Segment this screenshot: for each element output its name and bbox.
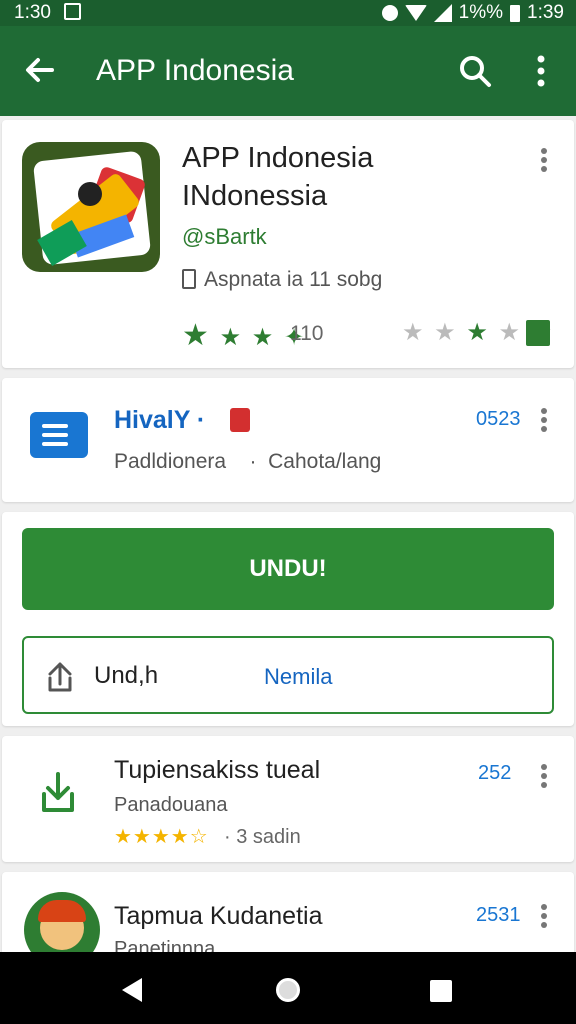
app-bar: APP Indonesia xyxy=(0,26,576,116)
badge-icon xyxy=(230,408,250,432)
search-icon[interactable] xyxy=(458,54,492,88)
hival-title: HivalY · xyxy=(114,406,206,434)
hival-number: 0523 xyxy=(476,408,521,430)
hival-subtitle: Padldionera · Cahota/lang xyxy=(114,450,381,474)
card-menu-icon[interactable] xyxy=(540,764,548,790)
app-info-line: Aspnata ia 11 sobg xyxy=(182,268,382,292)
app-info-text: Aspnata ia 11 sobg xyxy=(204,268,383,291)
hival-card[interactable]: HivalY · Padldionera · Cahota/lang 0523 xyxy=(2,378,574,502)
rating-count: 110 xyxy=(290,322,324,345)
rating-stars: ★ ★ ★ ✦ xyxy=(182,319,307,352)
app-title-line2: INdonessia xyxy=(182,180,328,212)
hival-subtitle-right: Cahota/lang xyxy=(268,450,382,473)
actions-card: UNDU! Und,h Nemila xyxy=(2,512,574,726)
app-title-line1: APP Indonesia xyxy=(182,142,374,174)
nav-back-icon[interactable] xyxy=(122,978,142,1002)
arrow-back-icon[interactable] xyxy=(22,52,58,88)
hival-subtitle-sep: · xyxy=(249,450,257,473)
status-time-left: 1:30 xyxy=(14,2,51,23)
list-item-number: 2531 xyxy=(476,904,521,926)
hival-subtitle-left: Padldionera xyxy=(114,450,227,473)
app-header-card: APP Indonesia INdonessia @sBartk Aspnata… xyxy=(2,120,574,368)
document-icon xyxy=(30,412,88,458)
signal-icon xyxy=(433,4,452,22)
share-icon xyxy=(48,662,72,692)
screenshot-icon xyxy=(64,3,81,20)
list-item-subtitle: Panadouana xyxy=(114,794,228,816)
status-bar: 1:30 1%% 1:39 xyxy=(0,0,576,26)
navigation-bar xyxy=(0,952,576,1024)
page-title: APP Indonesia xyxy=(96,54,294,87)
nav-home-icon[interactable] xyxy=(276,978,300,1002)
list-item-title: Tapmua Kudanetia xyxy=(114,902,323,930)
list-item-number: 252 xyxy=(478,762,512,784)
app-icon xyxy=(22,142,160,272)
list-item-stars: ★★★★☆ xyxy=(114,826,209,848)
secondary-action-link[interactable]: Nemila xyxy=(264,664,332,690)
device-icon xyxy=(182,269,196,289)
battery-icon xyxy=(510,4,521,22)
card-menu-icon[interactable] xyxy=(540,148,548,174)
battery-percent: 1%% xyxy=(458,2,504,23)
more-vert-icon[interactable] xyxy=(530,54,552,88)
alarm-icon xyxy=(381,5,398,21)
card-menu-icon[interactable] xyxy=(540,408,548,434)
install-button[interactable]: UNDU! xyxy=(22,528,554,610)
download-icon xyxy=(42,772,74,812)
card-menu-icon[interactable] xyxy=(540,904,548,930)
list-item-title: Tupiensakiss tueal xyxy=(114,756,321,784)
list-item[interactable]: Tapmua Kudanetia Panetinnna 2531 xyxy=(2,872,574,962)
nav-recents-icon[interactable] xyxy=(430,980,452,1002)
secondary-action-button[interactable]: Und,h Nemila xyxy=(22,636,554,714)
developer-link[interactable]: @sBartk xyxy=(182,224,267,250)
status-time-right: 1:39 xyxy=(527,2,564,23)
wifi-icon xyxy=(404,5,427,21)
list-item[interactable]: Tupiensakiss tueal Panadouana ★★★★☆ · 3 … xyxy=(2,736,574,862)
secondary-action-label: Und,h xyxy=(94,662,159,689)
list-item-meta: · 3 sadin xyxy=(224,826,301,848)
flag-icon[interactable] xyxy=(526,320,550,346)
